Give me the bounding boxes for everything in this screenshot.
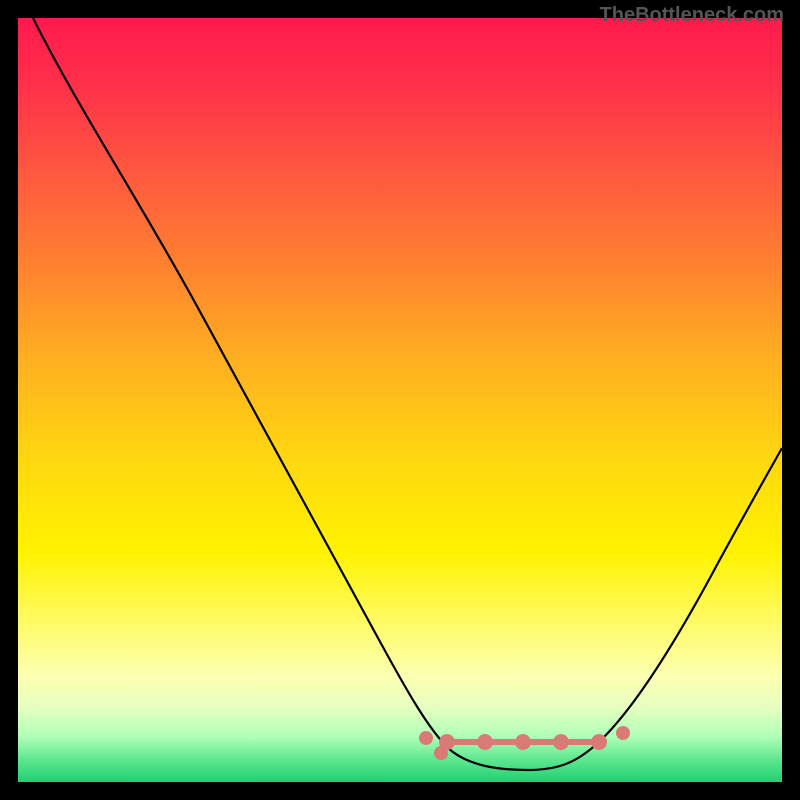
marker-dot-icon [515,734,531,750]
marker-dot-icon [439,734,455,750]
watermark-text: TheBottleneck.com [600,4,784,27]
marker-dot-icon [477,734,493,750]
bottleneck-curve [18,18,782,782]
marker-dot-icon [553,734,569,750]
marker-dot-icon [616,726,630,740]
marker-strip [428,730,618,754]
marker-dot-icon [591,734,607,750]
plot-area [18,18,782,782]
